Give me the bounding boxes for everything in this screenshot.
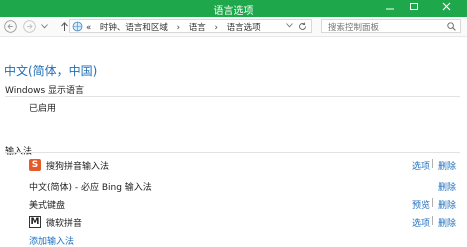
search-icon[interactable] [447, 22, 456, 31]
microsoft-pinyin-icon: M [29, 216, 41, 228]
maximize-button[interactable] [402, 0, 426, 14]
input-methods-label: 输入法 [5, 147, 33, 157]
minimize-icon [386, 8, 394, 10]
remove-link[interactable]: 删除 [438, 159, 456, 172]
remove-link[interactable]: 删除 [438, 180, 456, 193]
breadcrumb-language-options[interactable]: 语言选项 [227, 23, 261, 33]
section-divider [5, 96, 460, 97]
language-heading: 中文(简体，中国) [4, 64, 98, 78]
refresh-icon[interactable] [298, 22, 307, 31]
input-method-name: 中文(简体) - 必应 Bing 输入法 [29, 183, 152, 193]
options-link[interactable]: 选项 [412, 216, 430, 229]
breadcrumb-language[interactable]: 语言 [189, 23, 206, 33]
input-method-name: 搜狗拼音输入法 [46, 162, 110, 172]
section-divider [5, 152, 460, 153]
breadcrumb-separator[interactable]: › [177, 23, 180, 33]
breadcrumb-overflow[interactable]: « [86, 23, 91, 33]
input-method-row: S 搜狗拼音输入法 选项 | 删除 [29, 159, 459, 173]
chevron-down-icon[interactable] [286, 23, 293, 28]
breadcrumb: « 时钟、语言和区域 › 语言 › 语言选项 [86, 21, 267, 33]
link-separator: | [431, 159, 435, 169]
minimize-button[interactable] [378, 0, 402, 14]
breadcrumb-clock-language-region[interactable]: 时钟、语言和区域 [100, 23, 168, 33]
forward-icon[interactable] [23, 20, 36, 33]
remove-link[interactable]: 删除 [438, 216, 456, 229]
input-method-name: 美式键盘 [29, 201, 66, 211]
navigation-bar: « 时钟、语言和区域 › 语言 › 语言选项 搜索控制面板 [0, 17, 467, 37]
maximize-icon [410, 3, 418, 10]
input-method-name: 微软拼音 [46, 219, 83, 229]
search-box[interactable]: 搜索控制面板 [321, 19, 461, 33]
close-icon [442, 2, 450, 11]
input-method-row: 美式键盘 预览 | 删除 [29, 198, 459, 212]
control-panel-icon [72, 21, 83, 32]
display-language-label: Windows 显示语言 [5, 86, 85, 96]
input-method-row: M 微软拼音 选项 | 删除 [29, 216, 459, 230]
options-link[interactable]: 选项 [412, 159, 430, 172]
close-button[interactable] [426, 0, 467, 14]
display-language-status: 已启用 [29, 104, 57, 114]
input-method-row: 中文(简体) - 必应 Bing 输入法 删除 [29, 180, 459, 194]
search-placeholder: 搜索控制面板 [328, 23, 380, 33]
back-icon[interactable] [4, 20, 17, 33]
recent-locations-icon[interactable] [41, 24, 48, 29]
link-separator: | [431, 216, 435, 226]
preview-link[interactable]: 预览 [412, 198, 430, 211]
sogou-icon: S [29, 159, 41, 171]
title-bar: 语言选项 [0, 0, 467, 17]
breadcrumb-separator[interactable]: › [214, 23, 217, 33]
link-separator: | [431, 198, 435, 208]
address-bar[interactable]: « 时钟、语言和区域 › 语言 › 语言选项 [69, 19, 312, 33]
remove-link[interactable]: 删除 [438, 198, 456, 211]
